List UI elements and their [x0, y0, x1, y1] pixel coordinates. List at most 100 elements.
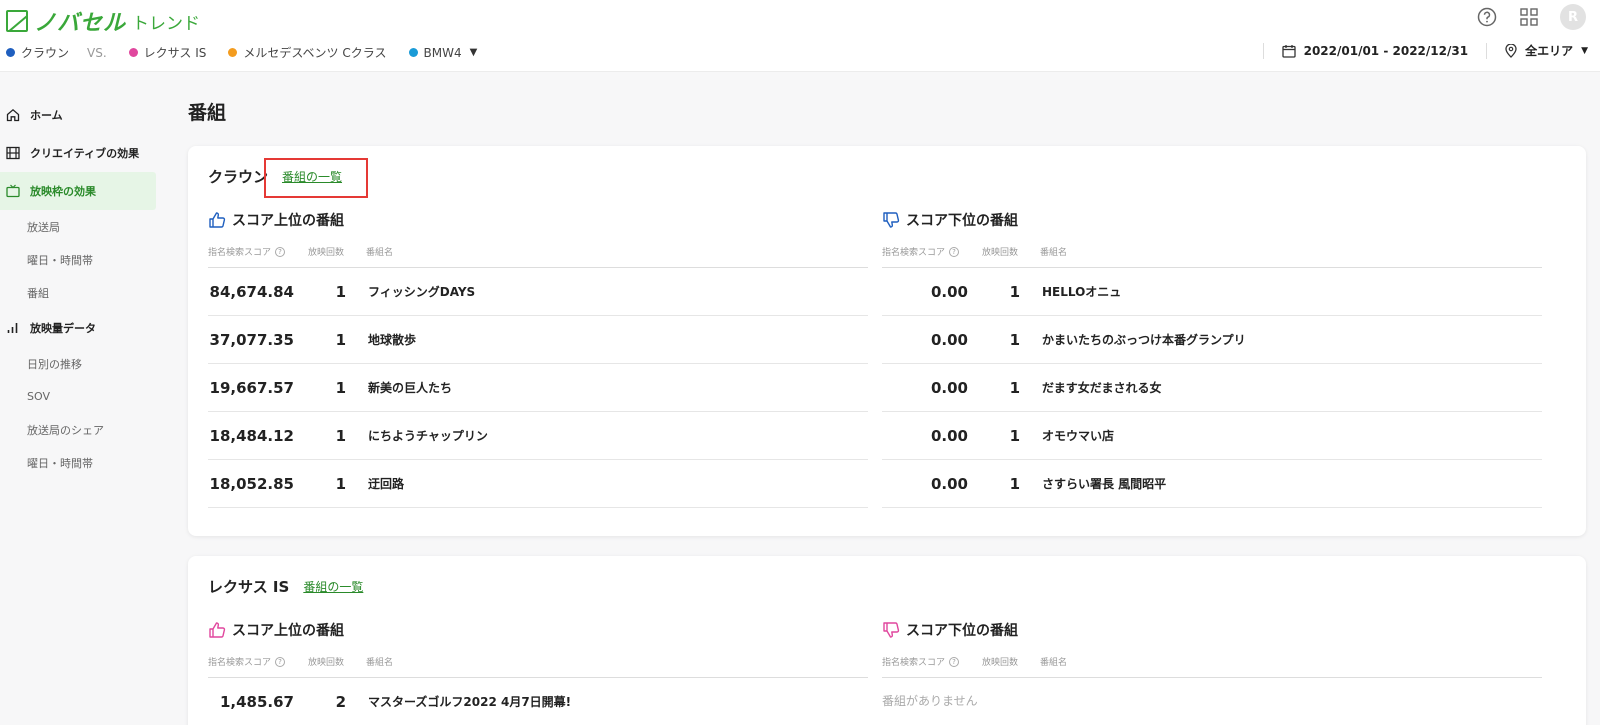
caret-down-icon: ▼	[1581, 45, 1588, 56]
thumbs-down-icon	[883, 212, 900, 228]
column-header-count: 放映回数	[982, 248, 1019, 258]
cell-score: 0.00	[930, 474, 968, 493]
cell-count: 1	[335, 378, 346, 397]
compare-brand-label: レクサス IS	[143, 46, 207, 60]
cell-name: HELLOオニュ	[1042, 285, 1122, 299]
sidebar-subitem-station-share[interactable]: 放送局のシェア	[0, 413, 156, 446]
column-header-name: 番組名	[366, 658, 394, 668]
table-row[interactable]: 0.00 1 だます女だまされる女	[882, 364, 1542, 412]
table-row[interactable]: 1,485.67 2 マスターズゴルフ2022 4月7日開幕!	[208, 678, 868, 725]
cell-name: 地球散歩	[368, 333, 417, 347]
cell-score: 19,667.57	[209, 378, 294, 397]
cell-score: 0.00	[930, 330, 968, 349]
table-row[interactable]: 0.00 1 かまいたちのぶっつけ本番グランプリ	[882, 316, 1542, 364]
thumbs-up-icon	[209, 212, 226, 228]
help-icon[interactable]	[1476, 6, 1498, 28]
table-row[interactable]: 37,077.35 1 地球散歩	[208, 316, 868, 364]
app-logo[interactable]: ノバセル トレンド	[6, 5, 200, 37]
location-pin-icon	[1505, 43, 1517, 58]
user-avatar[interactable]: R	[1560, 4, 1586, 30]
page-title: 番組	[188, 102, 227, 124]
vs-label: VS.	[87, 45, 107, 60]
table-header: 指名検索スコア? 放映回数 番組名	[882, 236, 1542, 268]
brand-name: レクサス IS	[208, 578, 290, 596]
table-header: 指名検索スコア? 放映回数 番組名	[208, 646, 868, 678]
top-programs-section: スコア上位の番組 指名検索スコア? 放映回数 番組名 1,485.67 2 マスター…	[208, 618, 868, 725]
sidebar-subitem-program[interactable]: 番組	[0, 276, 156, 309]
section-title: スコア上位の番組	[232, 213, 344, 229]
sidebar-item-label: ホーム	[30, 109, 63, 122]
cell-count: 2	[335, 692, 346, 711]
cell-count: 1	[1009, 330, 1020, 349]
compare-brand-mercedes[interactable]: メルセデスベンツ Cクラス	[228, 44, 387, 61]
brand-compare-bar: クラウン VS. レクサス IS メルセデスベンツ Cクラス BMW4 ▼	[6, 44, 477, 61]
brand-color-dot	[6, 48, 15, 57]
sidebar-subitem-volume-daytime[interactable]: 曜日・時間帯	[0, 446, 156, 479]
help-icon[interactable]: ?	[275, 656, 286, 667]
tv-icon	[6, 184, 20, 198]
logo-mark-icon	[6, 10, 28, 32]
compare-brand-label: クラウン	[21, 46, 70, 60]
cell-name: マスターズゴルフ2022 4月7日開幕!	[368, 695, 572, 709]
cell-name: にちようチャップリン	[368, 429, 488, 443]
section-title: スコア下位の番組	[906, 213, 1018, 229]
sidebar-subitem-station[interactable]: 放送局	[0, 210, 156, 243]
table-header: 指名検索スコア? 放映回数 番組名	[882, 646, 1542, 678]
sidebar-item-creative[interactable]: クリエイティブの効果	[0, 134, 156, 172]
sidebar-item-label: クリエイティブの効果	[30, 147, 140, 160]
date-range-filter[interactable]: 2022/01/01 - 2022/12/31	[1281, 44, 1468, 58]
column-header-score: 指名検索スコア	[882, 658, 946, 668]
sidebar-subitem-daytime[interactable]: 曜日・時間帯	[0, 243, 156, 276]
cell-score: 84,674.84	[209, 282, 294, 301]
cell-count: 1	[1009, 378, 1020, 397]
cell-count: 1	[1009, 426, 1020, 445]
table-header: 指名検索スコア? 放映回数 番組名	[208, 236, 868, 268]
brand-card-lexus: レクサス IS 番組の一覧 スコア上位の番組 指名検索スコア? 放映回数 番組名…	[188, 556, 1586, 725]
help-icon[interactable]: ?	[275, 246, 286, 257]
sidebar-subitem-daily-trend[interactable]: 日別の推移	[0, 347, 156, 380]
help-icon[interactable]: ?	[949, 246, 960, 257]
bottom-programs-section: スコア下位の番組 指名検索スコア? 放映回数 番組名 番組がありません	[882, 618, 1542, 722]
cell-name: かまいたちのぶっつけ本番グランプリ	[1042, 333, 1246, 347]
film-icon	[6, 146, 20, 160]
cell-score: 0.00	[930, 426, 968, 445]
cell-score: 0.00	[930, 378, 968, 397]
sidebar-subitem-sov[interactable]: SOV	[0, 380, 156, 413]
compare-brand-label: BMW4	[423, 45, 462, 60]
cell-name: オモウマい店	[1042, 429, 1115, 443]
column-header-name: 番組名	[366, 248, 394, 258]
cell-score: 37,077.35	[209, 330, 294, 349]
cell-name: だます女だまされる女	[1042, 381, 1162, 395]
highlight-box	[264, 158, 368, 198]
table-row[interactable]: 0.00 1 さすらい署長 風間昭平	[882, 460, 1542, 508]
sidebar-item-slot-effect[interactable]: 放映枠の効果	[0, 172, 156, 210]
thumbs-up-icon	[209, 622, 226, 638]
brand-card-crown: クラウン 番組の一覧 スコア上位の番組 指名検索スコア? 放映回数 番組名 84…	[188, 146, 1586, 536]
compare-brand-crown[interactable]: クラウン	[6, 44, 69, 61]
logo-main-text: ノバセル	[34, 11, 127, 36]
divider	[1486, 42, 1488, 59]
sidebar-item-home[interactable]: ホーム	[0, 96, 156, 134]
cell-score: 18,484.12	[209, 426, 294, 445]
calendar-icon	[1281, 44, 1296, 58]
table-row[interactable]: 0.00 1 HELLOオニュ	[882, 268, 1542, 316]
home-icon	[6, 108, 20, 122]
program-list-link[interactable]: 番組の一覧	[303, 578, 363, 595]
area-filter[interactable]: 全エリア ▼	[1505, 42, 1588, 59]
table-row[interactable]: 18,484.12 1 にちようチャップリン	[208, 412, 868, 460]
help-icon[interactable]: ?	[949, 656, 960, 667]
thumbs-down-icon	[883, 622, 900, 638]
section-title: スコア上位の番組	[232, 623, 344, 639]
compare-brand-bmw[interactable]: BMW4	[408, 45, 462, 60]
compare-brand-lexus[interactable]: レクサス IS	[128, 44, 207, 61]
table-row[interactable]: 19,667.57 1 新美の巨人たち	[208, 364, 868, 412]
apps-grid-icon[interactable]	[1518, 6, 1540, 28]
table-row[interactable]: 84,674.84 1 フィッシングDAYS	[208, 268, 868, 316]
caret-down-icon[interactable]: ▼	[470, 47, 478, 58]
column-header-score: 指名検索スコア	[208, 658, 272, 668]
top-header: ノバセル トレンド R クラウン VS. レクサス IS メルセデスベンツ Cク…	[0, 0, 1600, 72]
table-row[interactable]: 18,052.85 1 迂回路	[208, 460, 868, 508]
sidebar-item-volume-data[interactable]: 放映量データ	[0, 309, 156, 347]
column-header-count: 放映回数	[982, 658, 1019, 668]
table-row[interactable]: 0.00 1 オモウマい店	[882, 412, 1542, 460]
